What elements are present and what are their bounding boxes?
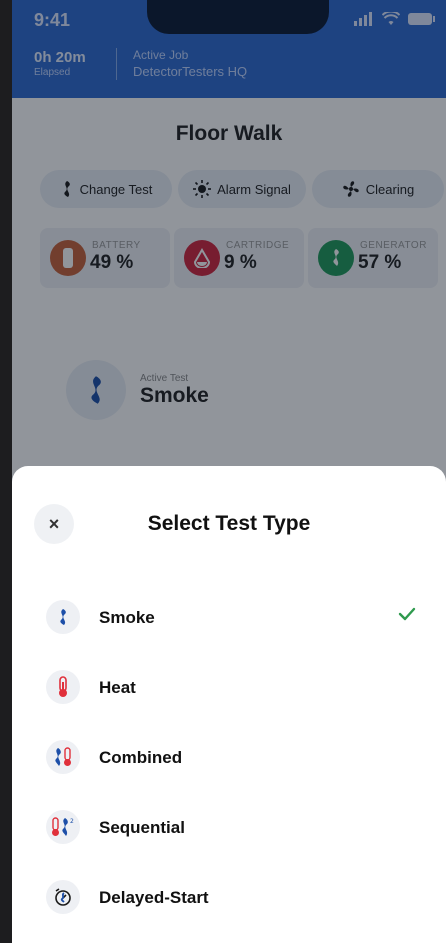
option-delayed-start[interactable]: Delayed-Start — [12, 862, 446, 932]
smoke-icon — [46, 600, 80, 634]
combined-icon — [46, 740, 80, 774]
thermometer-icon — [46, 670, 80, 704]
option-combined[interactable]: Combined — [12, 722, 446, 792]
check-icon — [398, 607, 416, 621]
sheet-title: Select Test Type — [147, 512, 311, 535]
app-screen: 9:41 0h 20m Elapsed Active Job DetectorT… — [12, 0, 446, 943]
option-sequential[interactable]: 2 Sequential — [12, 792, 446, 862]
option-label: Delayed-Start — [99, 888, 209, 907]
option-label: Heat — [99, 678, 136, 697]
option-heat[interactable]: Heat — [12, 652, 446, 722]
test-type-list: Smoke Heat Combined 2 Sequential Delayed… — [12, 582, 446, 932]
timer-icon — [46, 880, 80, 914]
option-label: Sequential — [99, 818, 185, 837]
select-test-type-sheet: × Select Test Type Smoke Heat Combined 2… — [12, 466, 446, 943]
option-label: Smoke — [99, 608, 155, 627]
svg-text:2: 2 — [70, 818, 74, 825]
option-smoke[interactable]: Smoke — [12, 582, 446, 652]
option-label: Combined — [99, 748, 183, 767]
sequential-icon: 2 — [46, 810, 80, 844]
